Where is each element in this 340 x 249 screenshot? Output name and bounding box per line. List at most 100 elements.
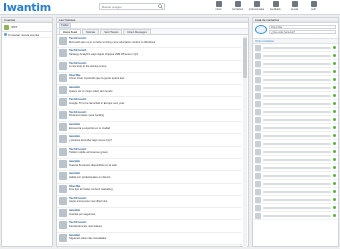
search-box[interactable] bbox=[99, 3, 165, 10]
tweet-item[interactable]: iwantim Quiero ver el mejor vídeo del mun… bbox=[57, 85, 242, 98]
tweet-item[interactable]: Uberflip Cómo crear contenido que la gent… bbox=[57, 73, 242, 86]
contact-avatar bbox=[255, 204, 261, 211]
contact-avatar bbox=[255, 52, 261, 59]
tweet-avatar[interactable] bbox=[59, 86, 67, 95]
tweet-item[interactable]: Uberflip Five tips for better content mar… bbox=[57, 184, 242, 196]
contact-name bbox=[263, 70, 331, 73]
search-input[interactable] bbox=[100, 4, 158, 9]
tweet-avatar[interactable] bbox=[59, 135, 67, 144]
tweet-avatar[interactable] bbox=[59, 61, 67, 70]
nav-label: feedback bbox=[270, 8, 281, 11]
contact-item[interactable] bbox=[253, 180, 338, 188]
nav-label: ayuda bbox=[290, 8, 299, 11]
nav-salir[interactable]: salir bbox=[304, 1, 323, 11]
tweet-item[interactable]: iwantim Habla con profesionales en direct… bbox=[57, 171, 242, 184]
online-status-icon bbox=[333, 206, 336, 209]
search-icon[interactable] bbox=[158, 4, 163, 9]
help-icon bbox=[291, 1, 298, 7]
tweet-item[interactable]: iwantim Encuentra a expertos en tu ciudad bbox=[57, 122, 242, 135]
tweet-avatar[interactable] bbox=[59, 110, 67, 119]
tweet-text: Nuevas funciones disponibles en la web bbox=[69, 163, 117, 167]
tweet-item[interactable]: TechCrunch Microsoft sets up in London to… bbox=[57, 36, 242, 49]
online-status-icon bbox=[333, 62, 336, 65]
contact-item[interactable] bbox=[253, 60, 338, 68]
tweet-item[interactable]: TechCrunch Facebook tests new feature bbox=[57, 220, 242, 233]
contact-item[interactable] bbox=[253, 140, 338, 148]
tweet-avatar[interactable] bbox=[59, 73, 67, 82]
online-status-icon bbox=[333, 94, 336, 97]
scroll-thumb[interactable] bbox=[243, 38, 247, 78]
contact-item[interactable] bbox=[253, 148, 338, 156]
tweet-avatar[interactable] bbox=[59, 49, 67, 58]
tweet-item[interactable]: TechCrunch Apple announces new iPad mini bbox=[57, 196, 242, 209]
contact-item[interactable] bbox=[253, 68, 338, 76]
contact-avatar bbox=[255, 188, 261, 195]
nav-ayuda[interactable]: ayuda bbox=[285, 1, 304, 11]
contact-name bbox=[263, 78, 331, 81]
tab-home-feed[interactable]: Home Feed bbox=[59, 29, 81, 34]
tab-direct-messages[interactable]: Direct Messages bbox=[123, 29, 151, 34]
online-status-icon bbox=[333, 174, 336, 177]
online-status-icon bbox=[333, 198, 336, 201]
tweet-avatar[interactable] bbox=[59, 98, 67, 107]
tweet-item[interactable]: iwantim Síguenos para más novedades bbox=[57, 233, 242, 246]
contacts-panel: Lista de contactos Disponible ¿Qué estás… bbox=[252, 17, 339, 247]
contact-item[interactable] bbox=[253, 44, 338, 52]
contact-item[interactable] bbox=[253, 116, 338, 124]
contact-item[interactable] bbox=[253, 196, 338, 204]
twitter-filter[interactable]: Twitter bbox=[59, 23, 71, 28]
contact-item[interactable] bbox=[253, 204, 338, 212]
contact-avatar bbox=[255, 212, 261, 219]
contact-avatar bbox=[255, 172, 261, 179]
tweet-avatar[interactable] bbox=[59, 209, 67, 218]
tweet-avatar[interactable] bbox=[59, 196, 67, 205]
connect-account-link[interactable]: Conectar nueva cuenta bbox=[2, 32, 52, 38]
contact-item[interactable] bbox=[253, 100, 338, 108]
tweet-item[interactable]: iwantim ¿Quieres aprender algo nuevo hoy? bbox=[57, 134, 242, 147]
tweet-item[interactable]: TechCrunch Google TV to be launched in Eu… bbox=[57, 97, 242, 110]
nav-profesionales[interactable]: profesionales bbox=[247, 1, 266, 11]
feed-scrollbar[interactable] bbox=[243, 36, 247, 247]
tweet-avatar[interactable] bbox=[59, 233, 67, 242]
nav-feedback[interactable]: feedback bbox=[266, 1, 285, 11]
nav-contactos[interactable]: contactos bbox=[228, 1, 247, 11]
tweet-avatar[interactable] bbox=[59, 147, 67, 156]
tweet-avatar[interactable] bbox=[59, 159, 67, 168]
nav-inicio[interactable]: inicio bbox=[209, 1, 228, 11]
tweet-avatar[interactable] bbox=[59, 37, 67, 45]
contact-item[interactable] bbox=[253, 164, 338, 172]
status-message-field[interactable]: ¿Qué estás haciendo? bbox=[269, 30, 336, 34]
contact-item[interactable] bbox=[253, 108, 338, 116]
tweet-avatar[interactable] bbox=[59, 123, 67, 132]
contact-item[interactable] bbox=[253, 188, 338, 196]
tweet-item[interactable]: TechCrunch A new look at the startup scen… bbox=[57, 61, 242, 73]
tweet-item[interactable]: TechCrunch Twitter mobile ad revenue grow… bbox=[57, 147, 242, 159]
tweet-text: Twitter mobile ad revenue grows bbox=[69, 151, 108, 155]
contact-item[interactable] bbox=[253, 76, 338, 84]
contact-item[interactable] bbox=[253, 124, 338, 132]
contact-list bbox=[253, 44, 338, 220]
tweet-text: A new look at the startup scene bbox=[69, 65, 107, 69]
tab-noticias[interactable]: Noticias bbox=[81, 29, 100, 34]
online-status-icon bbox=[333, 134, 336, 137]
contact-item[interactable] bbox=[253, 172, 338, 180]
app-logo[interactable]: Iwantim bbox=[3, 1, 51, 14]
tweet-item[interactable]: TechCrunch Strategy Analytics says Apple … bbox=[57, 48, 242, 61]
tweet-avatar[interactable] bbox=[59, 221, 67, 230]
contact-item[interactable] bbox=[253, 52, 338, 60]
contact-item[interactable] bbox=[253, 84, 338, 92]
tweet-avatar[interactable] bbox=[59, 184, 67, 193]
tweet-item[interactable]: iwantim Gracias por seguirnos bbox=[57, 208, 242, 221]
status-select[interactable]: Disponible bbox=[269, 25, 336, 29]
contact-item[interactable] bbox=[253, 212, 338, 220]
contact-name bbox=[263, 94, 331, 97]
contact-item[interactable] bbox=[253, 132, 338, 140]
account-entry[interactable]: IWIT bbox=[2, 23, 52, 32]
contact-item[interactable] bbox=[253, 92, 338, 100]
tweet-item[interactable]: TechCrunch Pinterest raises more funding bbox=[57, 110, 242, 123]
contact-item[interactable] bbox=[253, 156, 338, 164]
tab-sent-tweets[interactable]: Sent Tweets bbox=[100, 29, 123, 34]
tweet-item[interactable]: iwantim Nuevas funciones disponibles en l… bbox=[57, 159, 242, 172]
tweet-avatar[interactable] bbox=[59, 172, 67, 181]
contact-avatar bbox=[255, 92, 261, 99]
